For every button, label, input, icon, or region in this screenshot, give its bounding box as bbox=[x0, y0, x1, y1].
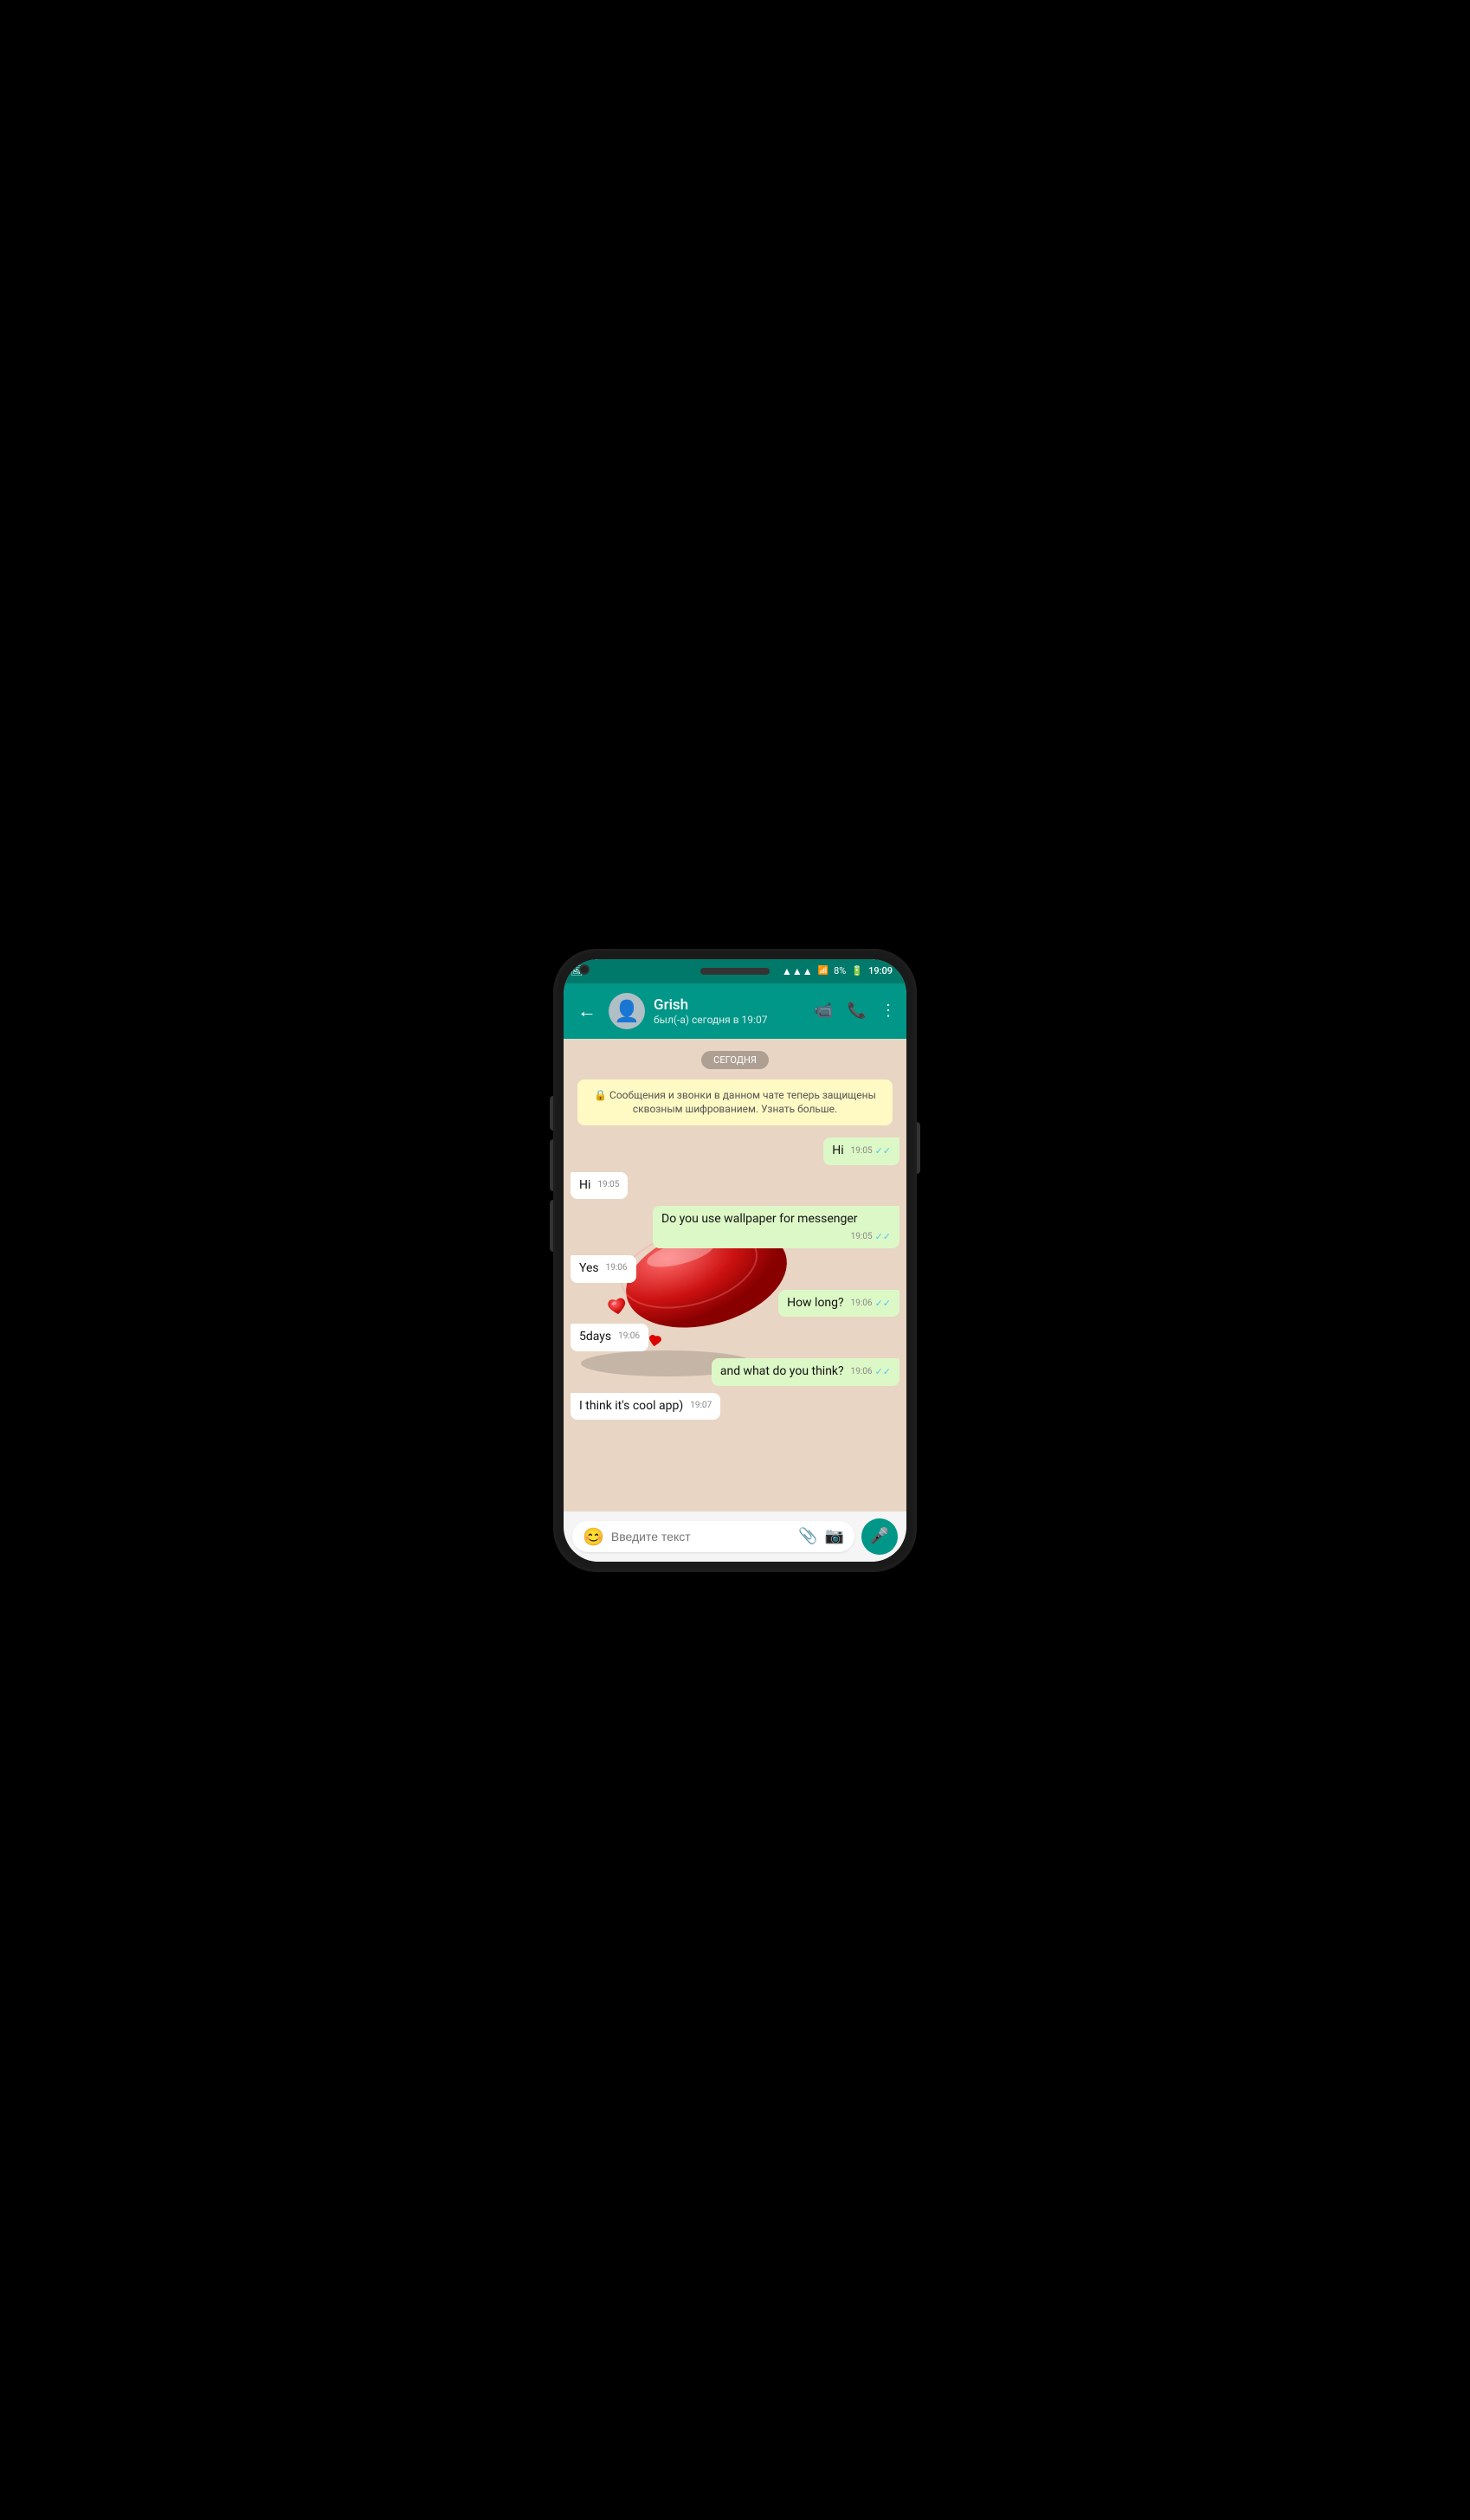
front-camera bbox=[579, 964, 590, 975]
message-bubble: Hi 19:05 bbox=[571, 1172, 628, 1200]
chat-area: СЕГОДНЯ 🔒 Сообщения и звонки в данном ча… bbox=[564, 1039, 906, 1511]
message-time: 19:05 bbox=[597, 1179, 619, 1191]
message-bubble: 5days 19:06 bbox=[571, 1324, 648, 1351]
clock: 19:09 bbox=[868, 965, 893, 976]
message-text: How long? bbox=[787, 1296, 844, 1310]
message-text: Yes bbox=[579, 1261, 599, 1275]
message-time: 19:05 bbox=[851, 1145, 873, 1157]
message-meta: 19:07 bbox=[690, 1400, 712, 1412]
phone-screen: 🖼 ▲▲▲ 📶 8% 🔋 19:09 ← 👤 Grish был bbox=[564, 959, 906, 1562]
video-call-button[interactable]: 📹 bbox=[814, 1002, 833, 1020]
message-meta: 19:05 bbox=[597, 1179, 619, 1191]
read-receipts: ✓✓ bbox=[875, 1230, 891, 1243]
wifi-icon: ▲▲▲ bbox=[782, 965, 813, 977]
message-row: Hi 19:05 ✓✓ bbox=[571, 1138, 899, 1165]
read-receipts: ✓✓ bbox=[875, 1297, 891, 1310]
battery-icon: 🔋 bbox=[851, 965, 863, 976]
voice-call-button[interactable]: 📞 bbox=[848, 1002, 867, 1020]
message-row: I think it's cool app) 19:07 bbox=[571, 1393, 899, 1421]
system-message-text: Сообщения и звонки в данном чате теперь … bbox=[609, 1089, 876, 1116]
app-bar-actions: 📹 📞 ⋮ bbox=[814, 1002, 896, 1020]
message-time: 19:06 bbox=[606, 1262, 628, 1274]
message-input-container[interactable]: 😊 📎 📷 bbox=[572, 1521, 854, 1552]
chat-messages: СЕГОДНЯ 🔒 Сообщения и звонки в данном ча… bbox=[571, 1047, 899, 1422]
message-text: Hi bbox=[832, 1144, 843, 1157]
message-bubble: and what do you think? 19:06 ✓✓ bbox=[712, 1358, 899, 1386]
read-receipts: ✓✓ bbox=[875, 1365, 891, 1378]
camera-button[interactable]: 📷 bbox=[825, 1527, 844, 1545]
message-meta: 19:06 bbox=[618, 1331, 640, 1343]
status-right-info: ▲▲▲ 📶 8% 🔋 19:09 bbox=[782, 965, 893, 977]
mic-button[interactable]: 🎤 bbox=[861, 1518, 898, 1555]
message-text: Hi bbox=[579, 1178, 590, 1192]
message-text: and what do you think? bbox=[720, 1364, 844, 1378]
contact-name: Grish bbox=[654, 996, 805, 1014]
message-text: Do you use wallpaper for messenger bbox=[661, 1212, 858, 1226]
app-bar: ← 👤 Grish был(-а) сегодня в 19:07 📹 📞 ⋮ bbox=[564, 983, 906, 1039]
message-row: Hi 19:05 bbox=[571, 1172, 899, 1200]
contact-avatar[interactable]: 👤 bbox=[609, 993, 645, 1029]
phone-device: 🖼 ▲▲▲ 📶 8% 🔋 19:09 ← 👤 Grish был bbox=[553, 949, 917, 1572]
message-time: 19:06 bbox=[851, 1366, 873, 1378]
avatar-icon: 👤 bbox=[614, 999, 640, 1023]
volume-up-button[interactable] bbox=[550, 1096, 553, 1131]
message-text: 5days bbox=[579, 1330, 611, 1344]
message-meta: 19:06 ✓✓ bbox=[851, 1365, 891, 1378]
input-bar: 😊 📎 📷 🎤 bbox=[564, 1511, 906, 1562]
read-receipts: ✓✓ bbox=[875, 1144, 891, 1157]
message-input[interactable] bbox=[611, 1530, 791, 1544]
emoji-button[interactable]: 😊 bbox=[583, 1526, 604, 1547]
message-row: Do you use wallpaper for messenger 19:05… bbox=[571, 1206, 899, 1248]
mic-icon: 🎤 bbox=[870, 1527, 889, 1545]
message-time: 19:07 bbox=[690, 1400, 712, 1412]
message-row: How long? 19:06 ✓✓ bbox=[571, 1290, 899, 1318]
message-bubble: Yes 19:06 bbox=[571, 1255, 636, 1283]
battery-level: 8% bbox=[834, 965, 846, 976]
message-bubble: Do you use wallpaper for messenger 19:05… bbox=[653, 1206, 899, 1248]
signal-icon: 📶 bbox=[818, 966, 828, 976]
back-button[interactable]: ← bbox=[574, 996, 600, 1026]
message-bubble: Hi 19:05 ✓✓ bbox=[823, 1138, 899, 1165]
message-time: 19:06 bbox=[618, 1331, 640, 1343]
more-options-button[interactable]: ⋮ bbox=[880, 1002, 896, 1020]
camera-button[interactable] bbox=[550, 1200, 553, 1252]
message-meta: 19:06 ✓✓ bbox=[851, 1297, 891, 1310]
message-row: 5days 19:06 bbox=[571, 1324, 899, 1351]
attach-button[interactable]: 📎 bbox=[798, 1527, 817, 1545]
contact-status: был(-а) сегодня в 19:07 bbox=[654, 1014, 805, 1026]
message-time: 19:06 bbox=[851, 1298, 873, 1310]
date-badge: СЕГОДНЯ bbox=[701, 1051, 769, 1069]
message-row: and what do you think? 19:06 ✓✓ bbox=[571, 1358, 899, 1386]
phone-speaker bbox=[700, 968, 770, 975]
lock-icon: 🔒 bbox=[594, 1089, 607, 1101]
message-bubble: How long? 19:06 ✓✓ bbox=[778, 1290, 899, 1318]
screen-content: 🖼 ▲▲▲ 📶 8% 🔋 19:09 ← 👤 Grish был bbox=[564, 959, 906, 1562]
message-meta: 19:06 bbox=[606, 1262, 628, 1274]
volume-down-button[interactable] bbox=[550, 1139, 553, 1191]
message-bubble: I think it's cool app) 19:07 bbox=[571, 1393, 720, 1421]
message-meta: 19:05 ✓✓ bbox=[851, 1230, 891, 1243]
power-button[interactable] bbox=[917, 1122, 920, 1174]
message-text: I think it's cool app) bbox=[579, 1399, 683, 1413]
system-message: 🔒 Сообщения и звонки в данном чате тепер… bbox=[577, 1080, 893, 1126]
message-time: 19:05 bbox=[851, 1231, 873, 1243]
message-meta: 19:05 ✓✓ bbox=[851, 1144, 891, 1157]
contact-info[interactable]: Grish был(-а) сегодня в 19:07 bbox=[654, 996, 805, 1026]
message-row: Yes 19:06 bbox=[571, 1255, 899, 1283]
